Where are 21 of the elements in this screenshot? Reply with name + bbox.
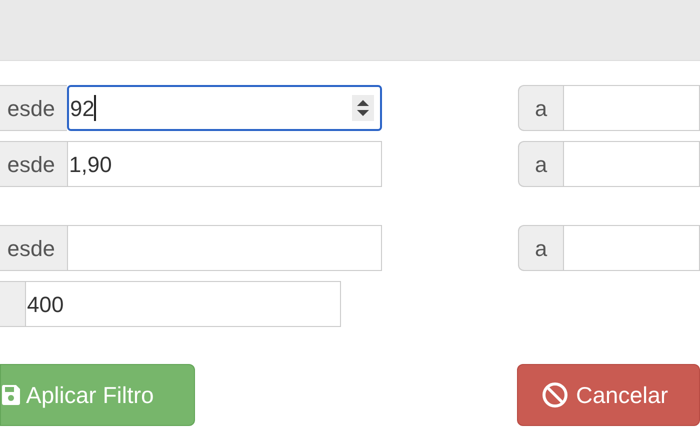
input-field[interactable] [563,141,700,187]
input-addon: esde [0,85,67,131]
field-value: 400 [26,290,64,318]
input-field[interactable] [563,225,700,271]
text-cursor [94,95,96,121]
input-field[interactable] [563,85,700,131]
prohibited-icon [542,382,568,408]
field-value: 1,90 [68,150,112,178]
input-field[interactable]: 1,90 [67,141,382,187]
input-addon: a [518,85,563,131]
input-field[interactable]: 400 [25,281,341,327]
input-addon [0,281,25,327]
input-field[interactable] [67,225,382,271]
input-addon: esde [0,225,67,271]
input-addon: esde [0,141,67,187]
input-field[interactable]: 92 [67,85,382,131]
spinner-icon[interactable] [352,95,374,121]
field-value: 92 [69,94,94,122]
input-addon: a [518,141,563,187]
input-addon: a [518,225,563,271]
cancel-button[interactable]: Cancelar [517,364,700,426]
